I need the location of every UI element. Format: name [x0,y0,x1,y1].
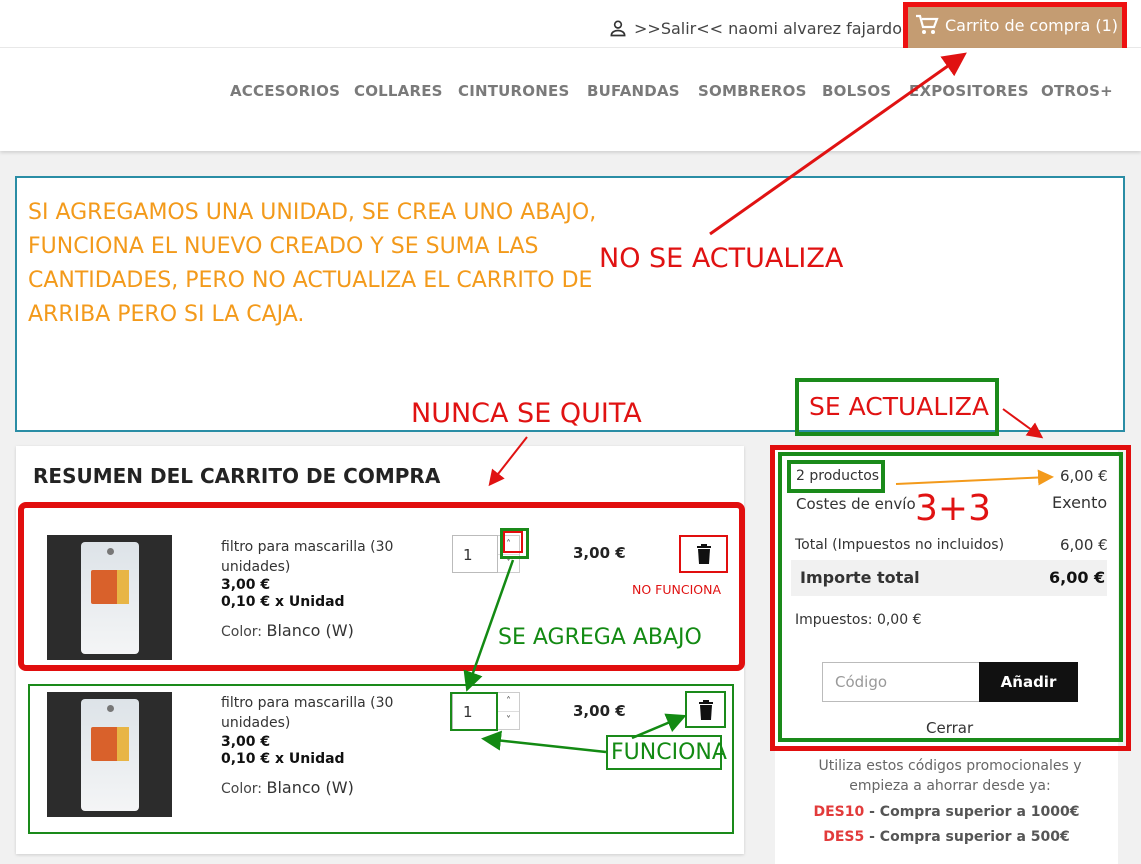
summary-total-value: 6,00 € [1049,568,1106,587]
product-color: Color: Blanco (W) [221,778,354,797]
cart-button-label: Carrito de compra (1) [945,15,1118,35]
nav-expositores[interactable]: EXPOSITORES [909,82,1029,100]
summary-subtotal-label: Total (Impuestos no incluidos) [795,537,1005,553]
annotation-nunca-se-quita: NUNCA SE QUITA [411,398,642,429]
promo-code-text: - Compra superior a 1000€ [864,804,1080,820]
product-color-label: Color: [221,781,263,797]
nav-bufandas[interactable]: BUFANDAS [587,82,680,100]
nav-sombreros[interactable]: SOMBREROS [698,82,807,100]
summary-products-label: 2 productos [796,468,880,484]
product-color-value: Blanco (W) [266,778,354,797]
user-icon [610,20,626,37]
product-price: 3,00 € [221,734,271,750]
nav-collares[interactable]: COLLARES [354,82,443,100]
summary-total-label: Importe total [800,568,920,587]
annotation-three-plus-three: 3+3 [915,488,991,529]
delete-button[interactable] [685,691,726,728]
annotation-funciona: FUNCIONA [611,740,727,765]
qty-input-highlight [450,692,498,731]
cart-button[interactable]: Carrito de compra (1) [915,14,1118,36]
product-image[interactable] [47,692,172,817]
promo-code-line: DES5 - Compra superior a 500€ [775,829,1118,845]
promo-tip-text: Utiliza estos códigos promocionales y em… [818,758,1082,794]
trash-icon [698,699,713,720]
add-promo-button[interactable]: Añadir [979,662,1078,702]
main-nav: ACCESORIOS COLLARES CINTURONES BUFANDAS … [0,48,1141,151]
summary-taxes: Impuestos: 0,00 € [795,612,922,628]
summary-products-value: 6,00 € [1060,467,1108,485]
promo-code[interactable]: DES5 [823,829,864,845]
quantity-down-button[interactable]: ˅ [498,711,519,729]
product-name[interactable]: filtro para mascarilla (30 unidades) [221,693,421,733]
summary-shipping-label: Costes de envío [796,495,916,513]
close-promo-link[interactable]: Cerrar [926,719,973,737]
shopping-cart-icon [916,14,939,34]
nav-accesorios[interactable]: ACCESORIOS [230,82,340,100]
user-account-link[interactable]: >>Salir<< naomi alvarez fajardo [608,18,902,38]
user-label: >>Salir<< naomi alvarez fajardo [634,18,902,38]
annotation-note: SI AGREGAMOS UNA UNIDAD, SE CREA UNO ABA… [28,200,597,327]
nav-bolsos[interactable]: BOLSOS [822,82,891,100]
summary-subtotal-value: 6,00 € [1060,536,1108,554]
promo-code-line: DES10 - Compra superior a 1000€ [775,804,1118,820]
nav-cinturones[interactable]: CINTURONES [458,82,569,100]
product-unit-price: 0,10 € x Unidad [221,751,345,767]
cart-title: RESUMEN DEL CARRITO DE COMPRA [33,464,441,488]
nav-otros[interactable]: OTROS+ [1041,82,1113,100]
annotation-se-actualiza: SE ACTUALIZA [809,392,989,421]
promo-code[interactable]: DES10 [814,804,865,820]
quantity-up-button[interactable]: ˄ [498,693,519,712]
annotation-se-agrega-abajo: SE AGREGA ABAJO [498,625,702,650]
annotation-no-se-actualiza: NO SE ACTUALIZA [599,243,844,274]
summary-shipping-value: Exento [1052,493,1108,512]
line-total: 3,00 € [573,702,626,720]
promo-code-text: - Compra superior a 500€ [864,829,1070,845]
promo-code-input[interactable]: Código [822,662,980,702]
